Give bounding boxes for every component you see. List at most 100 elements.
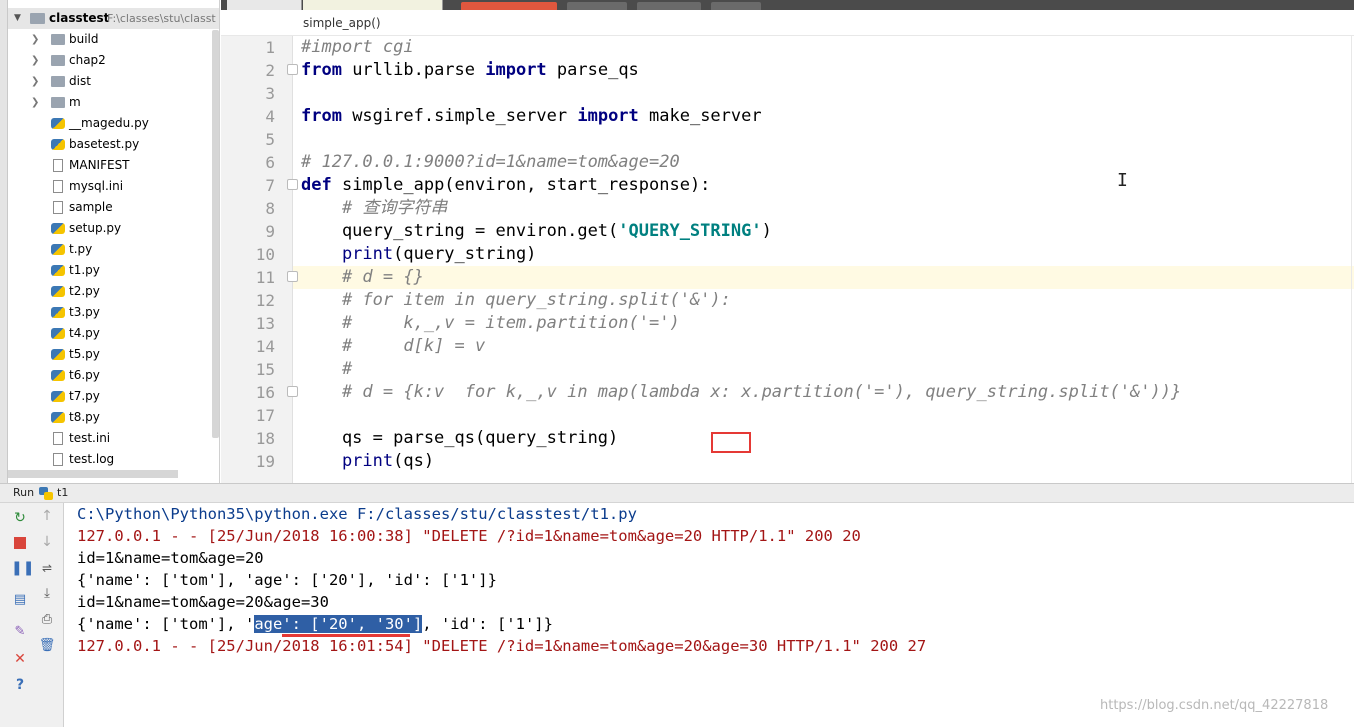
console-line-log: 127.0.0.1 - - [25/Jun/2018 16:00:38] "DE… — [77, 527, 861, 545]
code-line-15[interactable]: # — [301, 358, 352, 381]
line-number: 12 — [255, 291, 275, 310]
code-editor[interactable]: 1 2 3 4 5 6 7 8 9 10 11 12 13 14 15 16 1… — [221, 36, 1354, 483]
run-config-name[interactable]: t1 — [57, 484, 68, 502]
tree-folder-chap2[interactable]: ❯ chap2 — [8, 50, 219, 71]
code-line-11[interactable]: # d = {} — [301, 266, 424, 289]
code-line-18[interactable]: qs = parse_qs(query_string) — [301, 427, 618, 450]
toolbar-button[interactable] — [461, 2, 557, 10]
breadcrumb-function[interactable]: simple_app() — [303, 16, 381, 30]
toolbar-button[interactable] — [637, 2, 701, 10]
text-cursor-icon: I — [1117, 170, 1128, 191]
line-number: 13 — [255, 314, 275, 333]
code-line-13[interactable]: # k,_,v = item.partition('=') — [301, 312, 680, 335]
folder-icon — [30, 13, 45, 24]
python-file-icon — [51, 286, 65, 297]
line-number: 14 — [255, 337, 275, 356]
chevron-right-icon[interactable]: ❯ — [31, 50, 39, 71]
code-line-16[interactable]: # d = {k:v for k,_,v in map(lambda x: x.… — [301, 381, 1181, 404]
help-icon[interactable]: ? — [11, 676, 29, 694]
side-tool-strip[interactable] — [0, 0, 8, 483]
chevron-right-icon[interactable]: ❯ — [31, 29, 39, 50]
python-file-icon — [51, 307, 65, 318]
close-icon[interactable]: ✕ — [11, 650, 29, 668]
code-line-1[interactable]: #import cgi — [301, 36, 414, 59]
code-line-14[interactable]: # d[k] = v — [301, 335, 485, 358]
tree-file[interactable]: t2.py — [8, 281, 219, 302]
line-number: 18 — [255, 429, 275, 448]
tree-file[interactable]: sample — [8, 197, 219, 218]
tree-folder-dist[interactable]: ❯ dist — [8, 71, 219, 92]
tree-file[interactable]: MANIFEST — [8, 155, 219, 176]
tree-file[interactable]: mysql.ini — [8, 176, 219, 197]
python-file-icon — [51, 391, 65, 402]
arrow-down-icon[interactable]: ↓ — [38, 533, 56, 551]
tree-file[interactable]: setup.py — [8, 218, 219, 239]
code-line-12[interactable]: # for item in query_string.split('&'): — [301, 289, 731, 312]
soft-wrap-icon[interactable]: ⇌ — [38, 559, 56, 577]
line-number-gutter: 1 2 3 4 5 6 7 8 9 10 11 12 13 14 15 16 1… — [221, 36, 298, 483]
fold-marker-icon[interactable] — [287, 64, 298, 75]
line-number: 19 — [255, 452, 275, 471]
python-file-icon — [51, 139, 65, 150]
current-line-highlight — [293, 266, 1354, 289]
tree-file[interactable]: t6.py — [8, 365, 219, 386]
run-label: Run — [13, 486, 35, 499]
chevron-down-icon[interactable]: ▼ — [14, 8, 21, 29]
print-icon[interactable]: ⎙ — [38, 611, 56, 629]
folder-icon — [51, 34, 65, 45]
text-file-icon — [53, 201, 63, 214]
toolbar-button[interactable] — [567, 2, 627, 10]
toolbar-button[interactable] — [711, 2, 761, 10]
project-horizontal-scrollbar[interactable] — [8, 470, 178, 478]
line-number: 16 — [255, 383, 275, 402]
rerun-icon[interactable]: ↻ — [11, 509, 29, 527]
stop-icon[interactable] — [11, 534, 29, 552]
line-number: 6 — [265, 153, 275, 172]
breadcrumb[interactable]: simple_app() — [221, 10, 1354, 36]
tree-file[interactable]: t.py — [8, 239, 219, 260]
scroll-to-end-icon[interactable]: ⤓ — [38, 585, 56, 603]
tree-file[interactable]: basetest.py — [8, 134, 219, 155]
pin-icon[interactable]: ✎ — [11, 623, 29, 641]
project-root[interactable]: ▼ classtest F:\classes\stu\classt — [8, 8, 219, 29]
code-line-2[interactable]: from urllib.parse import parse_qs — [301, 59, 639, 82]
selected-text: age': ['20', '30'] — [254, 615, 423, 633]
tree-folder-build[interactable]: ❯ build — [8, 29, 219, 50]
chevron-right-icon[interactable]: ❯ — [31, 71, 39, 92]
tree-file[interactable]: t5.py — [8, 344, 219, 365]
arrow-up-icon[interactable]: ↑ — [38, 507, 56, 525]
annotation-box — [711, 432, 751, 453]
tree-file[interactable]: t8.py — [8, 407, 219, 428]
chevron-right-icon[interactable]: ❯ — [31, 92, 39, 113]
tree-file[interactable]: t1.py — [8, 260, 219, 281]
layout-icon[interactable]: ▤ — [11, 591, 29, 609]
project-scrollbar[interactable] — [212, 30, 219, 438]
line-number: 2 — [265, 61, 275, 80]
console-line-output: id=1&name=tom&age=20&age=30 — [77, 593, 329, 611]
tree-file[interactable]: test.ini — [8, 428, 219, 449]
code-line-4[interactable]: from wsgiref.simple_server import make_s… — [301, 105, 762, 128]
python-file-icon — [51, 349, 65, 360]
code-line-19[interactable]: print(qs) — [301, 450, 434, 473]
tree-file[interactable]: t3.py — [8, 302, 219, 323]
pause-icon[interactable]: ❚❚ — [11, 559, 34, 577]
tree-file[interactable]: test.log — [8, 449, 219, 470]
code-line-6[interactable]: # 127.0.0.1:9000?id=1&name=tom&age=20 — [301, 151, 680, 174]
tree-file[interactable]: t7.py — [8, 386, 219, 407]
editor-tab[interactable] — [303, 0, 443, 10]
tree-folder-m[interactable]: ❯ m — [8, 92, 219, 113]
fold-marker-icon[interactable] — [287, 271, 298, 282]
tree-file[interactable]: t4.py — [8, 323, 219, 344]
editor-tab[interactable] — [227, 0, 302, 10]
run-console[interactable]: C:\Python\Python35\python.exe F:/classes… — [64, 503, 1354, 727]
console-line-output: {'name': ['tom'], 'age': ['20', '30'], '… — [77, 615, 553, 633]
project-tree-panel: ▼ classtest F:\classes\stu\classt ❯ buil… — [8, 0, 220, 483]
tree-file[interactable]: __magedu.py — [8, 113, 219, 134]
fold-marker-icon[interactable] — [287, 179, 298, 190]
code-line-8[interactable]: # 查询字符串 — [301, 197, 447, 220]
fold-marker-icon[interactable] — [287, 386, 298, 397]
code-line-7[interactable]: def simple_app(environ, start_response): — [301, 174, 710, 197]
code-line-9[interactable]: query_string = environ.get('QUERY_STRING… — [301, 220, 772, 243]
trash-icon[interactable]: 🗑 — [38, 637, 56, 655]
code-line-10[interactable]: print(query_string) — [301, 243, 536, 266]
